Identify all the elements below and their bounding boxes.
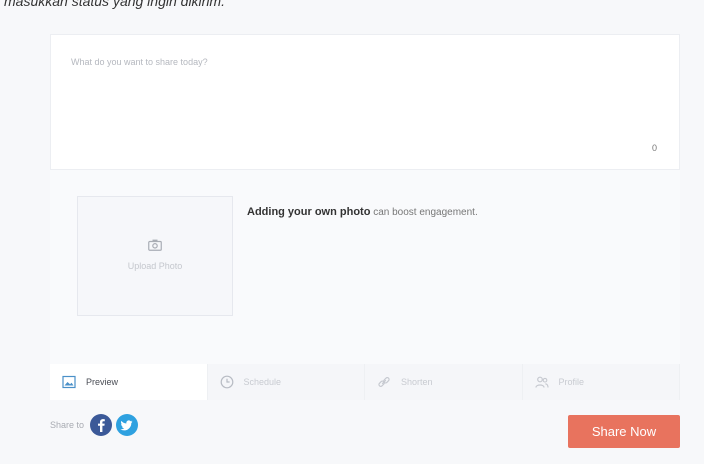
- photo-tip-rest: can boost engagement.: [370, 207, 478, 218]
- status-placeholder: What do you want to share today?: [71, 57, 208, 67]
- tab-shorten[interactable]: Shorten: [365, 364, 523, 400]
- tab-preview[interactable]: Preview: [50, 364, 208, 400]
- tab-schedule-label: Schedule: [243, 377, 282, 387]
- tab-profile[interactable]: Profile: [522, 364, 680, 400]
- tab-preview-label: Preview: [86, 377, 119, 387]
- image-icon: [62, 375, 76, 389]
- twitter-icon: [120, 420, 133, 431]
- facebook-icon: [98, 419, 105, 432]
- link-icon: [378, 377, 390, 387]
- instruction-caption: masukkan status yang ingin dikirim.: [4, 0, 225, 9]
- share-targets: Share to: [50, 412, 142, 438]
- clock-icon: [220, 375, 233, 389]
- twitter-toggle[interactable]: [116, 414, 139, 436]
- character-counter: 0: [651, 143, 657, 153]
- status-composer[interactable]: What do you want to share today? 0: [50, 34, 680, 170]
- upload-photo-button[interactable]: Upload Photo: [77, 196, 233, 316]
- upload-photo-label: Upload Photo: [127, 261, 183, 271]
- composer-tabs: Preview Schedule Shorten Profile: [50, 364, 680, 400]
- tab-schedule[interactable]: Schedule: [207, 364, 365, 400]
- photo-section: Upload Photo Adding your own photo can b…: [50, 170, 680, 364]
- tab-shorten-label: Shorten: [401, 377, 433, 387]
- facebook-toggle[interactable]: [90, 414, 113, 436]
- camera-icon: [148, 239, 162, 251]
- share-now-button[interactable]: Share Now: [568, 415, 680, 448]
- users-icon: [534, 376, 549, 388]
- photo-tip-bold: Adding your own photo: [247, 206, 371, 218]
- photo-tip: Adding your own photo can boost engageme…: [247, 206, 478, 218]
- share-to-label: Share to: [50, 420, 85, 430]
- tab-profile-label: Profile: [558, 377, 585, 387]
